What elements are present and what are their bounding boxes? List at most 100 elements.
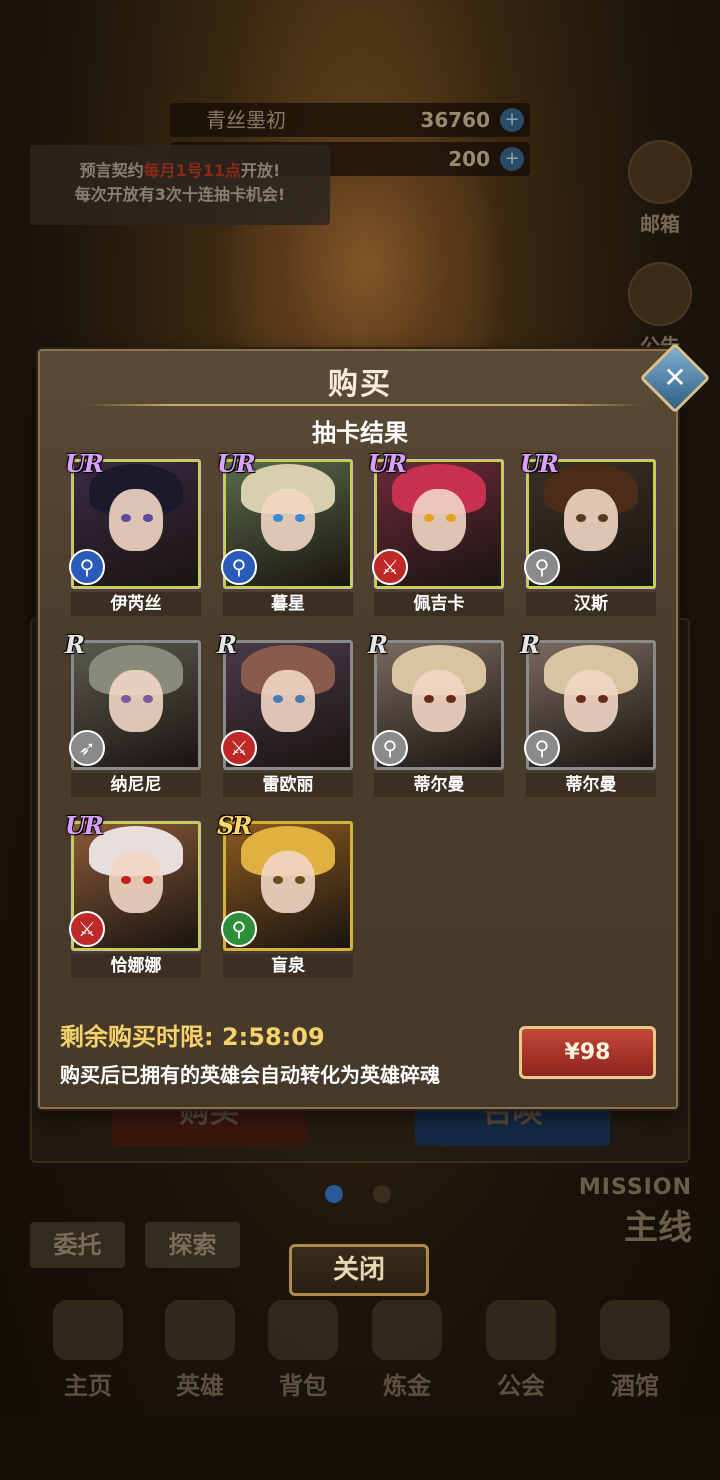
mailbox-button[interactable]: 邮箱 xyxy=(620,140,700,237)
staff-class-icon: ⚲ xyxy=(524,549,560,585)
mailbox-label: 邮箱 xyxy=(640,212,680,236)
hero-card[interactable]: R ⚲ 蒂尔曼 xyxy=(368,630,506,797)
nav-bag[interactable]: 背包 xyxy=(248,1300,358,1401)
hero-name: 雷欧丽 xyxy=(223,773,353,797)
hero-face xyxy=(108,489,164,552)
explore-button[interactable]: 探索 xyxy=(145,1222,240,1268)
rarity-badge: R xyxy=(217,630,237,659)
dialog-title: 购买 xyxy=(328,367,392,402)
announcement-icon xyxy=(628,262,692,326)
home-icon xyxy=(53,1300,123,1360)
nav-alchemy[interactable]: 炼金 xyxy=(352,1300,462,1401)
nav-label: 主页 xyxy=(64,1372,112,1400)
hero-face xyxy=(260,489,316,552)
bag-icon xyxy=(268,1300,338,1360)
purchase-dialog: 购买 ✕ 抽卡结果 UR ⚲ 伊芮丝 UR ⚲ 暮星 UR ⚔ 佩吉卡 UR ⚲ 汉斯 R ➶ 纳尼尼 R ⚔ 雷… xyxy=(38,342,711,1109)
hero-face xyxy=(108,670,164,733)
alchemy-icon xyxy=(372,1300,442,1360)
commission-button[interactable]: 委托 xyxy=(30,1222,125,1268)
page-indicator xyxy=(325,1185,421,1207)
add-currency-icon[interactable]: + xyxy=(500,147,524,171)
notice-text: 每次开放有3次十连抽卡机会! xyxy=(74,185,286,204)
nav-heroes[interactable]: 英雄 xyxy=(145,1300,255,1401)
hero-card[interactable]: SR ⚲ 盲泉 xyxy=(217,811,355,978)
hero-name: 蒂尔曼 xyxy=(526,773,656,797)
nav-guild[interactable]: 公会 xyxy=(466,1300,576,1401)
mailbox-icon xyxy=(628,140,692,204)
hero-face xyxy=(563,670,619,733)
heroes-icon xyxy=(165,1300,235,1360)
rarity-badge: R xyxy=(368,630,388,659)
price-button[interactable]: ¥98 xyxy=(519,1026,656,1079)
page-dot xyxy=(373,1185,391,1203)
close-icon: ✕ xyxy=(663,361,687,394)
hero-card[interactable]: UR ⚲ 汉斯 xyxy=(520,449,658,616)
hero-face xyxy=(260,670,316,733)
nav-label: 背包 xyxy=(279,1372,327,1400)
announcement-button[interactable]: 公告 xyxy=(620,262,700,359)
hero-card[interactable]: R ➶ 纳尼尼 xyxy=(65,630,203,797)
staff-class-icon: ⚲ xyxy=(372,730,408,766)
draw-result-heading: 抽卡结果 xyxy=(312,419,408,447)
close-button[interactable]: 关闭 xyxy=(289,1244,429,1296)
hero-name: 纳尼尼 xyxy=(71,773,201,797)
rarity-badge: UR xyxy=(65,811,104,840)
rarity-badge: UR xyxy=(65,449,104,478)
sword-class-icon: ⚔ xyxy=(372,549,408,585)
purchase-time-limit: 剩余购买时限: 2:58:09 xyxy=(60,1017,325,1052)
mission-en-label: MISSION xyxy=(578,1175,692,1200)
currency-bar-1: 青丝墨初 36760 + xyxy=(170,103,530,137)
conversion-note: 购买后已拥有的英雄会自动转化为英雄碎魂 xyxy=(60,1063,440,1087)
hero-name: 汉斯 xyxy=(526,592,656,616)
currency-label: 青丝墨初 xyxy=(206,108,286,132)
hero-face xyxy=(108,851,164,914)
hero-name: 伊芮丝 xyxy=(71,592,201,616)
hero-card[interactable]: UR ⚔ 恰娜娜 xyxy=(65,811,203,978)
hero-face xyxy=(411,670,467,733)
nav-home[interactable]: 主页 xyxy=(33,1300,143,1401)
nav-tavern[interactable]: 酒馆 xyxy=(580,1300,690,1401)
event-notice: 预言契约每月1号11点开放! 每次开放有3次十连抽卡机会! xyxy=(30,145,330,225)
hero-card[interactable]: UR ⚲ 暮星 xyxy=(217,449,355,616)
bottom-strip xyxy=(0,1415,720,1480)
tavern-icon xyxy=(600,1300,670,1360)
timer-value: 2:58:09 xyxy=(221,1023,325,1051)
hero-face xyxy=(411,489,467,552)
currency-value: 36760 xyxy=(420,108,490,132)
bottom-nav: 主页 英雄 背包 炼金 公会 酒馆 xyxy=(0,1300,720,1410)
hero-name: 恰娜娜 xyxy=(71,954,201,978)
hero-face xyxy=(563,489,619,552)
page-dot-active xyxy=(325,1185,343,1203)
notice-highlight: 每月1号11点 xyxy=(143,161,242,180)
hero-card[interactable]: UR ⚲ 伊芮丝 xyxy=(65,449,203,616)
staff-class-icon: ⚲ xyxy=(524,730,560,766)
staff-class-icon: ⚲ xyxy=(221,911,257,947)
hero-card[interactable]: R ⚲ 蒂尔曼 xyxy=(520,630,658,797)
sword-class-icon: ⚔ xyxy=(221,730,257,766)
rarity-badge: UR xyxy=(520,449,559,478)
mission-button[interactable]: MISSION 主线 xyxy=(579,1175,692,1249)
hero-name: 蒂尔曼 xyxy=(374,773,504,797)
add-currency-icon[interactable]: + xyxy=(500,108,524,132)
hero-card[interactable]: UR ⚔ 佩吉卡 xyxy=(368,449,506,616)
guild-icon xyxy=(486,1300,556,1360)
rarity-badge: UR xyxy=(217,449,256,478)
notice-text: 开放! xyxy=(241,161,281,180)
hero-name: 盲泉 xyxy=(223,954,353,978)
mission-cn-label: 主线 xyxy=(624,1208,692,1248)
hero-name: 暮星 xyxy=(223,592,353,616)
rarity-badge: R xyxy=(65,630,85,659)
rarity-badge: SR xyxy=(217,811,252,840)
nav-label: 炼金 xyxy=(383,1372,431,1400)
hero-card[interactable]: R ⚔ 雷欧丽 xyxy=(217,630,355,797)
currency-value: 200 xyxy=(448,147,490,171)
nav-label: 英雄 xyxy=(176,1372,224,1400)
title-divider xyxy=(84,404,644,406)
nav-label: 酒馆 xyxy=(611,1372,659,1400)
notice-text: 预言契约 xyxy=(79,161,144,180)
nav-label: 公会 xyxy=(497,1372,545,1400)
hero-name: 佩吉卡 xyxy=(374,592,504,616)
hero-face xyxy=(260,851,316,914)
timer-label: 剩余购买时限: xyxy=(60,1023,214,1051)
staff-class-icon: ⚲ xyxy=(221,549,257,585)
